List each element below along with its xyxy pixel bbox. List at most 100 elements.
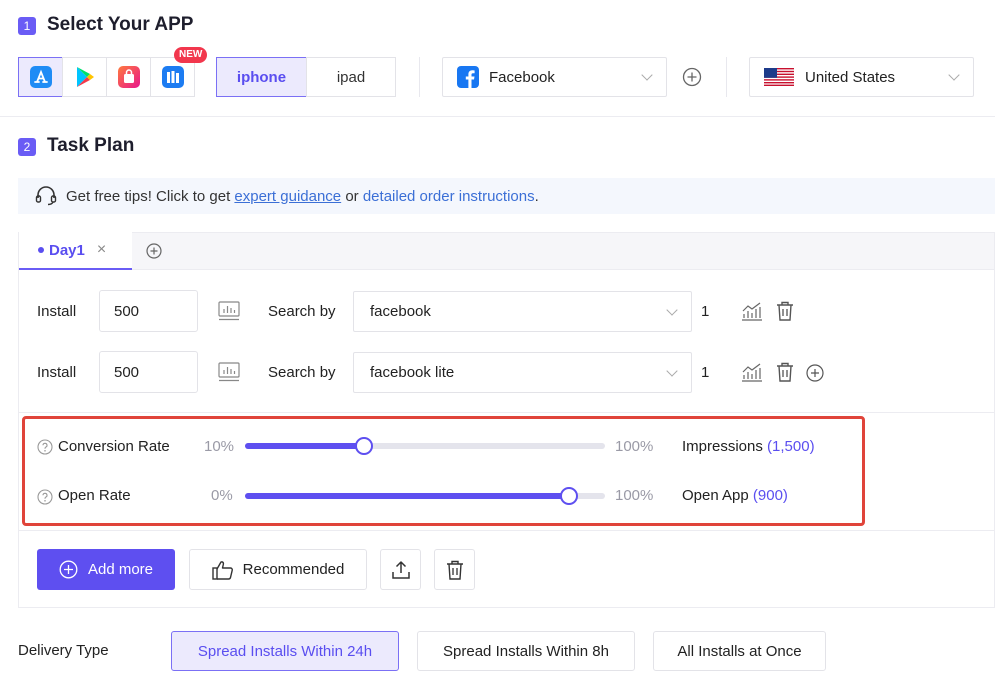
chevron-down-icon <box>666 365 678 377</box>
install-quantity-input[interactable]: 500 <box>99 351 198 393</box>
conversion-rate-max: 100% <box>615 438 654 455</box>
store-google-play-button[interactable] <box>62 57 107 97</box>
bar-chart-icon <box>218 362 240 382</box>
add-more-label: Add more <box>87 561 154 578</box>
impressions-value: (1,500) <box>767 438 815 455</box>
keyword-value: facebook lite <box>370 364 455 381</box>
select-app-heading: Select Your APP <box>47 14 194 35</box>
plus-circle-icon <box>146 243 162 259</box>
slider-thumb[interactable] <box>355 437 373 455</box>
install-label: Install <box>37 364 77 381</box>
open-rate-label: Open Rate <box>58 487 131 504</box>
plus-circle-icon <box>682 67 702 87</box>
country-select-value: United States <box>805 68 896 86</box>
recommended-label: Recommended <box>242 561 345 578</box>
device-ipad-button[interactable]: ipad <box>306 57 396 97</box>
order-instructions-link[interactable]: detailed order instructions <box>363 188 535 205</box>
open-rate-max: 100% <box>615 487 654 504</box>
store-app-store-button[interactable] <box>18 57 63 97</box>
conversion-rate-slider[interactable] <box>245 437 605 455</box>
plus-circle-icon <box>806 364 824 382</box>
keyword-select[interactable]: facebook <box>353 291 692 332</box>
trend-button[interactable] <box>741 362 763 382</box>
thumbs-up-icon <box>211 560 233 580</box>
new-badge: NEW <box>174 47 208 63</box>
delivery-option-all-at-once[interactable]: All Installs at Once <box>653 631 826 671</box>
app-store-icon <box>29 66 52 88</box>
help-icon[interactable] <box>37 489 53 505</box>
help-icon[interactable] <box>37 439 53 455</box>
app-select-value: Facebook <box>489 68 555 86</box>
step-2-badge: 2 <box>18 138 36 156</box>
app-select[interactable]: Facebook <box>442 57 667 97</box>
trash-icon <box>777 301 793 321</box>
add-day-button[interactable] <box>146 243 162 259</box>
tips-text: Get free tips! Click to get <box>66 187 231 205</box>
delivery-option-24h[interactable]: Spread Installs Within 24h <box>171 631 399 671</box>
delete-row-button[interactable] <box>776 301 794 321</box>
section-divider <box>0 116 995 117</box>
impressions-label: Impressions <box>682 438 763 455</box>
keyword-count: 1 <box>701 303 710 320</box>
add-more-button[interactable]: Add more <box>37 549 175 590</box>
step-1-badge: 1 <box>18 17 36 35</box>
trash-icon <box>446 560 463 580</box>
search-by-label: Search by <box>268 303 336 320</box>
expert-guidance-link[interactable]: expert guidance <box>234 188 341 205</box>
install-quantity-input[interactable]: 500 <box>99 290 198 332</box>
delete-row-button[interactable] <box>776 362 794 382</box>
open-app-value: (900) <box>752 487 788 504</box>
open-rate-slider[interactable] <box>245 487 605 505</box>
add-keyword-button[interactable] <box>806 364 824 382</box>
divider <box>419 57 420 97</box>
install-label: Install <box>37 303 77 320</box>
open-app-label: Open App <box>682 487 749 504</box>
upload-icon <box>391 560 410 579</box>
tab-day1-label: Day1 <box>49 241 85 259</box>
search-by-label: Search by <box>268 364 336 381</box>
chevron-down-icon <box>948 69 960 81</box>
google-play-icon <box>76 67 94 87</box>
trash-icon <box>777 362 793 382</box>
store-shop-button[interactable] <box>106 57 151 97</box>
trend-button[interactable] <box>741 301 763 321</box>
delivery-type-label: Delivery Type <box>18 642 109 659</box>
slider-thumb[interactable] <box>560 487 578 505</box>
tips-text-suffix: . <box>534 187 539 205</box>
rate-section-divider <box>19 412 995 413</box>
us-flag-icon <box>764 68 794 86</box>
delivery-option-8h[interactable]: Spread Installs Within 8h <box>417 631 635 671</box>
plus-circle-icon <box>59 560 78 579</box>
chart-settings-button[interactable] <box>218 362 240 382</box>
actions-divider <box>19 530 995 531</box>
keyword-value: facebook <box>370 303 431 320</box>
conversion-rate-min: 10% <box>204 438 235 455</box>
add-app-button[interactable] <box>682 67 702 87</box>
task-plan-heading: Task Plan <box>47 135 135 156</box>
trend-chart-icon <box>742 363 762 382</box>
close-tab-icon[interactable]: × <box>97 241 106 259</box>
device-iphone-button[interactable]: iphone <box>216 57 307 97</box>
conversion-rate-label: Conversion Rate <box>58 438 170 455</box>
facebook-icon <box>457 66 479 88</box>
country-select[interactable]: United States <box>749 57 974 97</box>
tab-day1[interactable]: Day1 × <box>19 232 132 270</box>
recommended-button[interactable]: Recommended <box>189 549 367 590</box>
bar-chart-icon <box>218 301 240 321</box>
slider-fill <box>245 443 364 449</box>
tips-text-middle: or <box>341 187 363 205</box>
chart-settings-button[interactable] <box>218 301 240 321</box>
active-dot <box>38 247 44 253</box>
trend-chart-icon <box>742 302 762 321</box>
tips-bar: Get free tips! Click to get expert guida… <box>18 178 995 214</box>
keyword-select[interactable]: facebook lite <box>353 352 692 393</box>
upload-button[interactable] <box>380 549 421 590</box>
keyword-count: 1 <box>701 364 710 381</box>
day-tab-bar <box>18 232 995 270</box>
store-library-button[interactable] <box>150 57 195 97</box>
store-library-icon <box>161 66 184 88</box>
impressions-metric: Impressions (1,500) <box>682 438 815 455</box>
open-rate-min: 0% <box>211 487 233 504</box>
delete-all-button[interactable] <box>434 549 475 590</box>
shop-bag-icon <box>117 66 140 88</box>
